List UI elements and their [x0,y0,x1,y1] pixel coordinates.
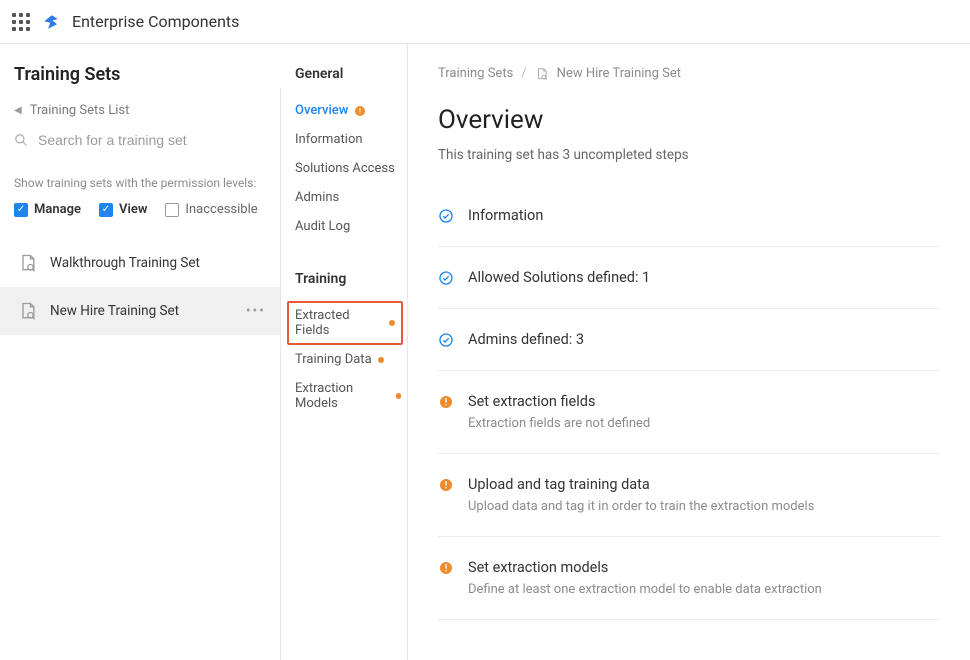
nav-item-label: Extraction Models [295,381,390,411]
nav-item-label: Overview [295,103,348,118]
app-grid-icon[interactable] [12,13,30,31]
permission-label: Show training sets with the permission l… [14,176,266,190]
permission-row: ✓ Manage ✓ View Inaccessible [14,202,266,217]
nav-item-admins[interactable]: Admins [295,183,401,212]
secondary-nav: General Overview Information Solutions A… [280,44,408,660]
breadcrumb-root[interactable]: Training Sets [438,66,513,81]
document-search-icon [18,253,38,273]
step-title: Set extraction models [468,559,940,576]
alert-circle-icon [438,560,454,576]
nav-section-title-general: General [295,66,401,82]
step-desc: Define at least one extraction model to … [468,582,940,597]
search-icon [14,133,28,147]
check-circle-icon [438,332,454,348]
step-row[interactable]: Set extraction models Define at least on… [438,537,940,620]
step-title: Information [468,207,940,224]
perm-label-inaccessible: Inaccessible [185,202,257,217]
page-subtitle: This training set has 3 uncompleted step… [438,147,940,163]
left-heading: Training Sets [14,64,266,85]
step-row[interactable]: Information [438,197,940,247]
back-link-label: Training Sets List [30,103,130,118]
step-title: Allowed Solutions defined: 1 [468,269,940,286]
more-icon[interactable]: ••• [246,303,266,319]
dot-warning-icon [378,357,384,363]
nav-section-title-training: Training [295,271,401,287]
nav-item-solutions-access[interactable]: Solutions Access [295,154,401,183]
search-input[interactable] [38,132,266,148]
topbar: Enterprise Components [0,0,970,44]
perm-checkbox-view[interactable]: ✓ View [99,202,147,217]
nav-item-label: Training Data [295,352,372,367]
document-search-icon [535,67,549,81]
warning-badge-icon [354,105,366,117]
document-search-icon [18,301,38,321]
step-row[interactable]: Admins defined: 3 [438,309,940,371]
breadcrumb-separator: / [521,66,526,81]
app-title: Enterprise Components [72,12,239,31]
step-row[interactable]: Allowed Solutions defined: 1 [438,247,940,309]
breadcrumb: Training Sets / New Hire Training Set [438,66,940,81]
step-row[interactable]: Set extraction fields Extraction fields … [438,371,940,454]
main-content: Training Sets / New Hire Training Set Ov… [408,44,970,660]
nav-item-label: Information [295,132,363,147]
nav-item-label: Audit Log [295,219,350,234]
perm-checkbox-inaccessible[interactable]: Inaccessible [165,202,257,217]
page-title: Overview [438,105,940,135]
nav-item-audit-log[interactable]: Audit Log [295,212,401,241]
brand-icon [42,13,60,31]
training-set-name: Walkthrough Training Set [50,255,266,271]
nav-item-extracted-fields[interactable]: Extracted Fields [287,301,403,345]
left-sidebar: Training Sets ◀ Training Sets List Show … [0,44,280,660]
breadcrumb-current: New Hire Training Set [557,66,681,81]
nav-item-information[interactable]: Information [295,125,401,154]
training-set-item[interactable]: Walkthrough Training Set [0,239,280,287]
check-circle-icon [438,270,454,286]
step-row[interactable]: Upload and tag training data Upload data… [438,454,940,537]
alert-circle-icon [438,394,454,410]
nav-item-overview[interactable]: Overview [295,96,401,125]
checkbox-icon: ✓ [99,203,113,217]
perm-label-view: View [119,202,147,217]
step-title: Set extraction fields [468,393,940,410]
nav-item-label: Extracted Fields [295,308,383,338]
training-set-list: Walkthrough Training Set New Hire Traini… [0,239,280,335]
training-set-name: New Hire Training Set [50,303,234,319]
chevron-left-icon: ◀ [14,105,22,116]
training-set-item[interactable]: New Hire Training Set ••• [0,287,280,335]
step-desc: Extraction fields are not defined [468,416,940,431]
back-link[interactable]: ◀ Training Sets List [14,103,266,118]
nav-item-training-data[interactable]: Training Data [295,345,401,374]
dot-warning-icon [389,320,395,326]
nav-item-extraction-models[interactable]: Extraction Models [295,374,401,418]
check-circle-icon [438,208,454,224]
alert-circle-icon [438,477,454,493]
nav-item-label: Solutions Access [295,161,395,176]
perm-label-manage: Manage [34,202,81,217]
step-title: Upload and tag training data [468,476,940,493]
checkbox-icon: ✓ [14,203,28,217]
step-title: Admins defined: 3 [468,331,940,348]
checkbox-icon [165,203,179,217]
perm-checkbox-manage[interactable]: ✓ Manage [14,202,81,217]
dot-warning-icon [396,393,401,399]
nav-item-label: Admins [295,190,339,205]
step-desc: Upload data and tag it in order to train… [468,499,940,514]
steps-list: Information Allowed Solutions defined: 1… [438,197,940,620]
search-row [14,132,266,148]
